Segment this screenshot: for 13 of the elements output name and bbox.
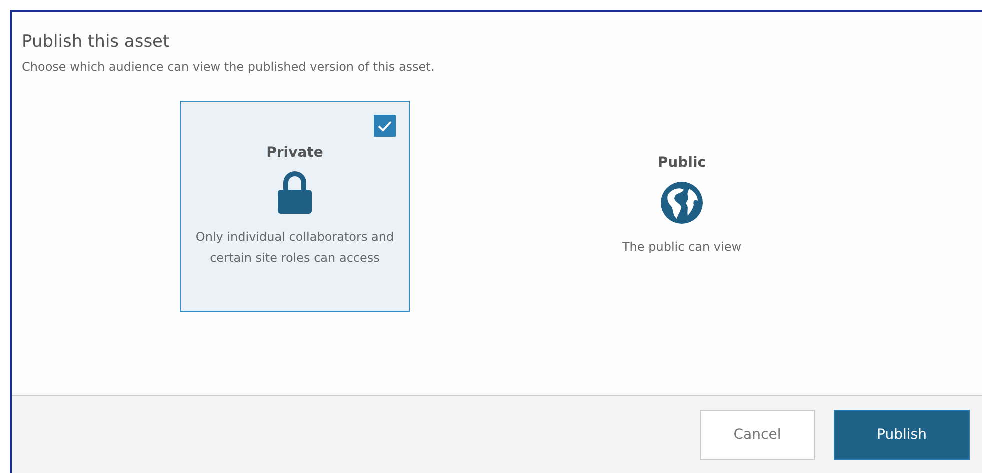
- option-description: The public can view: [621, 239, 743, 256]
- checkbox-checked-icon: [374, 115, 396, 137]
- padlock-icon: [277, 170, 313, 214]
- dialog-description: Choose which audience can view the published version of this asset.: [22, 60, 436, 74]
- globe-icon: [660, 181, 704, 225]
- option-description: Only individual collaborators and certain site roles can access: [195, 228, 395, 266]
- option-title: Private: [266, 144, 324, 160]
- dialog-title: Publish this asset: [22, 32, 171, 52]
- publish-button[interactable]: Publish: [834, 410, 970, 460]
- option-title: Public: [658, 155, 706, 171]
- audience-option-card[interactable]: Private Only individual collaborators and certain site roles can access: [180, 101, 410, 312]
- cancel-button[interactable]: Cancel: [700, 410, 815, 460]
- audience-option-card[interactable]: Public The public can view: [567, 101, 797, 312]
